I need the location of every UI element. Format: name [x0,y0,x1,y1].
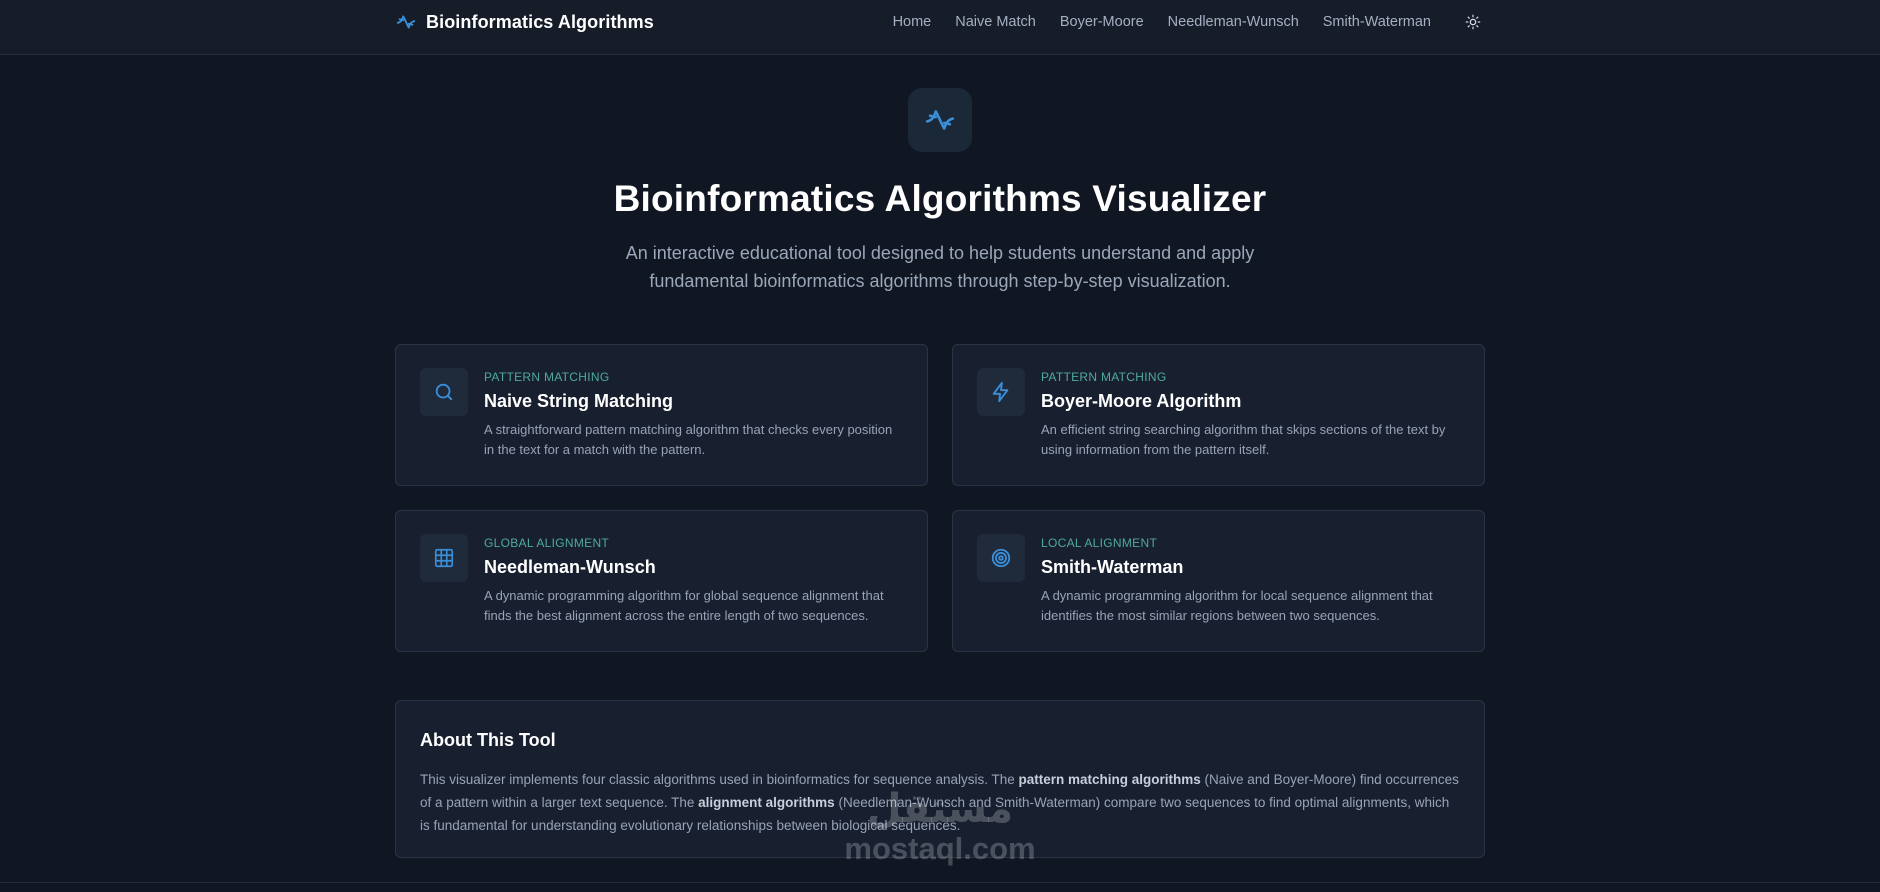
footer-divider [0,882,1880,883]
card-body: LOCAL ALIGNMENT Smith-Waterman A dynamic… [1041,534,1460,628]
card-boyer-moore[interactable]: PATTERN MATCHING Boyer-Moore Algorithm A… [952,344,1485,486]
card-body: PATTERN MATCHING Naive String Matching A… [484,368,903,462]
about-bold-alignment: alignment algorithms [698,795,835,810]
card-icon-box [420,368,468,416]
card-naive-string-matching[interactable]: PATTERN MATCHING Naive String Matching A… [395,344,928,486]
main-nav: Home Naive Match Boyer-Moore Needleman-W… [893,10,1485,34]
dna-icon [395,11,417,33]
nav-smith-waterman[interactable]: Smith-Waterman [1323,14,1431,30]
brand[interactable]: Bioinformatics Algorithms [395,11,654,33]
card-icon-box [977,368,1025,416]
card-title: Naive String Matching [484,391,674,411]
hero-icon-box [908,88,972,152]
card-body: GLOBAL ALIGNMENT Needleman-Wunsch A dyna… [484,534,903,628]
card-category: PATTERN MATCHING [1041,370,1167,384]
algorithm-cards: PATTERN MATCHING Naive String Matching A… [395,344,1485,652]
card-category: LOCAL ALIGNMENT [1041,536,1158,550]
card-needleman-wunsch[interactable]: GLOBAL ALIGNMENT Needleman-Wunsch A dyna… [395,510,928,652]
watermark-arabic: مستقل [866,786,1014,832]
theme-toggle-button[interactable] [1461,10,1485,34]
card-smith-waterman[interactable]: LOCAL ALIGNMENT Smith-Waterman A dynamic… [952,510,1485,652]
top-navbar: Bioinformatics Algorithms Home Naive Mat… [0,0,1880,55]
about-text-part: This visualizer implements four classic … [420,772,1019,787]
navbar-inner: Bioinformatics Algorithms Home Naive Mat… [395,0,1485,54]
lightning-icon [992,381,1009,403]
card-description: A dynamic programming algorithm for loca… [1041,588,1433,623]
hero-section: Bioinformatics Algorithms Visualizer An … [0,55,1880,295]
card-description: An efficient string searching algorithm … [1041,422,1446,457]
sun-icon [1465,14,1481,30]
nav-needleman-wunsch[interactable]: Needleman-Wunsch [1168,14,1299,30]
card-category: GLOBAL ALIGNMENT [484,536,610,550]
nav-naive-match[interactable]: Naive Match [955,14,1036,30]
card-description: A straightforward pattern matching algor… [484,422,893,457]
watermark: مستقل mostaql.com [826,786,1054,866]
nav-home[interactable]: Home [893,14,932,30]
card-body: PATTERN MATCHING Boyer-Moore Algorithm A… [1041,368,1460,462]
card-description: A dynamic programming algorithm for glob… [484,588,884,623]
card-title: Needleman-Wunsch [484,557,656,577]
about-bold-pattern-matching: pattern matching algorithms [1018,772,1201,787]
nav-boyer-moore[interactable]: Boyer-Moore [1060,14,1144,30]
page-subtitle: An interactive educational tool designed… [625,243,1255,291]
card-icon-box [977,534,1025,582]
about-title: About This Tool [420,730,556,750]
brand-title: Bioinformatics Algorithms [426,11,654,32]
card-title: Boyer-Moore Algorithm [1041,391,1242,411]
grid-icon [434,548,454,568]
target-icon [991,548,1011,568]
page-title: Bioinformatics Algorithms Visualizer [613,178,1267,219]
search-icon [435,383,453,401]
card-title: Smith-Waterman [1041,557,1184,577]
dna-icon [925,110,955,130]
card-icon-box [420,534,468,582]
watermark-latin: mostaql.com [844,831,1036,866]
card-category: PATTERN MATCHING [484,370,610,384]
